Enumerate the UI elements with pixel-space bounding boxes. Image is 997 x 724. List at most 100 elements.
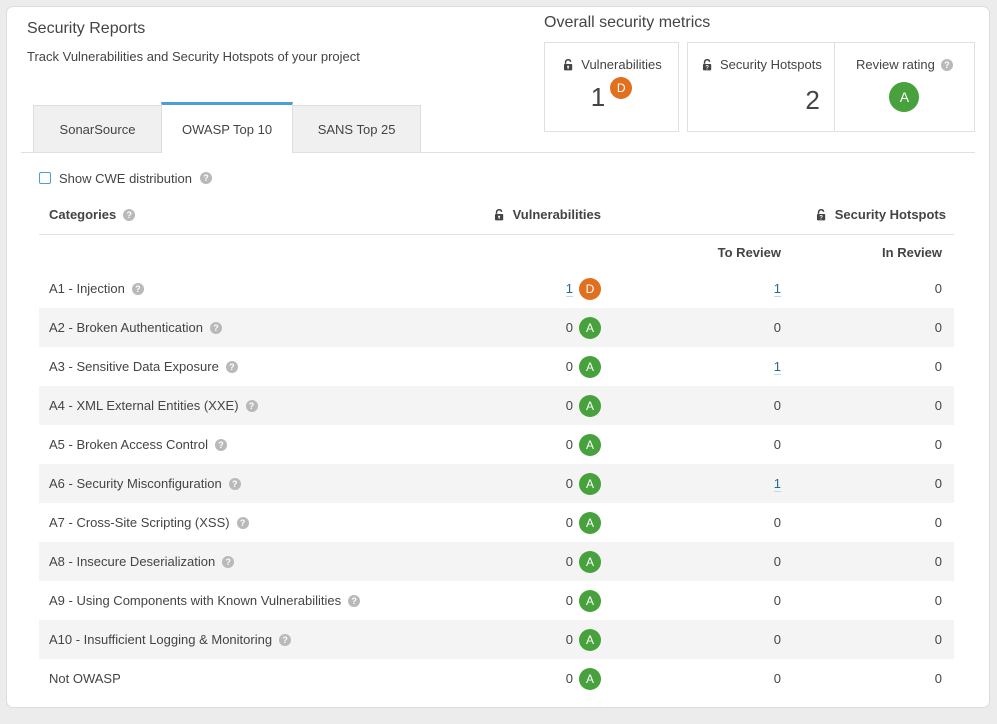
rating-badge: A bbox=[579, 395, 601, 417]
table-row: A7 - Cross-Site Scripting (XSS)?0A00 bbox=[39, 503, 954, 542]
to-review-cell: 0 bbox=[609, 437, 789, 452]
help-circle-icon[interactable]: ? bbox=[237, 517, 249, 529]
review-rating-metric: Review rating ? A bbox=[835, 43, 974, 131]
rating-badge: A bbox=[579, 551, 601, 573]
owasp-table: Categories ? Vulnerabilities bbox=[39, 207, 954, 698]
category-cell: A10 - Insufficient Logging & Monitoring? bbox=[39, 632, 489, 647]
to-review-count-link[interactable]: 1 bbox=[774, 476, 781, 492]
category-label: A10 - Insufficient Logging & Monitoring bbox=[49, 632, 272, 647]
vulnerabilities-count: 0 bbox=[566, 476, 573, 491]
tab-sans-top-25[interactable]: SANS Top 25 bbox=[292, 105, 421, 152]
to-review-cell: 1 bbox=[609, 281, 789, 297]
card-header: Security Reports Track Vulnerabilities a… bbox=[7, 7, 989, 153]
security-reports-card: Security Reports Track Vulnerabilities a… bbox=[6, 6, 990, 708]
help-circle-icon[interactable]: ? bbox=[215, 439, 227, 451]
in-review-count: 0 bbox=[935, 476, 942, 491]
table-subheader-row: To Review In Review bbox=[39, 235, 954, 269]
vulnerabilities-rating-badge: D bbox=[610, 77, 632, 99]
to-review-count: 0 bbox=[774, 437, 781, 452]
to-review-cell: 1 bbox=[609, 359, 789, 375]
to-review-cell: 0 bbox=[609, 671, 789, 686]
category-cell: A5 - Broken Access Control? bbox=[39, 437, 489, 452]
to-review-count: 0 bbox=[774, 320, 781, 335]
to-review-count-link[interactable]: 1 bbox=[774, 359, 781, 375]
to-review-count: 0 bbox=[774, 515, 781, 530]
rating-badge: A bbox=[579, 668, 601, 690]
hotspots-review-metric-box: ? Security Hotspots 2 Review rating ? A bbox=[687, 42, 975, 132]
category-cell: A7 - Cross-Site Scripting (XSS)? bbox=[39, 515, 489, 530]
help-circle-icon[interactable]: ? bbox=[941, 59, 953, 71]
category-cell: A1 - Injection? bbox=[39, 281, 489, 296]
in-review-count: 0 bbox=[935, 320, 942, 335]
to-review-cell: 0 bbox=[609, 515, 789, 530]
help-circle-icon[interactable]: ? bbox=[279, 634, 291, 646]
in-review-header: In Review bbox=[789, 245, 954, 260]
table-body: A1 - Injection?1D10A2 - Broken Authentic… bbox=[39, 269, 954, 698]
show-cwe-label[interactable]: Show CWE distribution bbox=[59, 171, 192, 186]
to-review-count-link[interactable]: 1 bbox=[774, 281, 781, 297]
category-cell: Not OWASP bbox=[39, 671, 489, 686]
table-header-row: Categories ? Vulnerabilities bbox=[39, 207, 954, 235]
metric-boxes: Vulnerabilities 1 D bbox=[544, 42, 975, 132]
rating-badge: A bbox=[579, 317, 601, 339]
vulnerabilities-count: 1 bbox=[591, 82, 605, 113]
in-review-cell: 0 bbox=[789, 554, 954, 569]
help-circle-icon[interactable]: ? bbox=[222, 556, 234, 568]
in-review-count: 0 bbox=[935, 671, 942, 686]
in-review-cell: 0 bbox=[789, 515, 954, 530]
help-circle-icon[interactable]: ? bbox=[200, 172, 212, 184]
to-review-cell: 0 bbox=[609, 593, 789, 608]
help-circle-icon[interactable]: ? bbox=[229, 478, 241, 490]
show-cwe-row: Show CWE distribution ? bbox=[39, 169, 975, 187]
vulnerabilities-count: 0 bbox=[566, 359, 573, 374]
vulnerabilities-count: 0 bbox=[566, 593, 573, 608]
vulnerabilities-count: 0 bbox=[566, 437, 573, 452]
in-review-count: 0 bbox=[935, 632, 942, 647]
security-hotspots-count: 2 bbox=[700, 85, 822, 116]
review-rating-badge: A bbox=[889, 82, 919, 112]
to-review-header: To Review bbox=[609, 245, 789, 260]
show-cwe-checkbox[interactable] bbox=[39, 172, 51, 184]
category-cell: A8 - Insecure Deserialization? bbox=[39, 554, 489, 569]
to-review-cell: 1 bbox=[609, 476, 789, 492]
vulnerabilities-cell: 0A bbox=[489, 590, 609, 612]
in-review-count: 0 bbox=[935, 398, 942, 413]
help-circle-icon[interactable]: ? bbox=[246, 400, 258, 412]
to-review-cell: 0 bbox=[609, 320, 789, 335]
table-row: A8 - Insecure Deserialization?0A00 bbox=[39, 542, 954, 581]
in-review-cell: 0 bbox=[789, 632, 954, 647]
vulnerabilities-metric-box: Vulnerabilities 1 D bbox=[544, 42, 679, 132]
table-row: A3 - Sensitive Data Exposure?0A10 bbox=[39, 347, 954, 386]
to-review-cell: 0 bbox=[609, 554, 789, 569]
to-review-cell: 0 bbox=[609, 632, 789, 647]
open-lock-question-icon: ? bbox=[814, 208, 828, 222]
help-circle-icon[interactable]: ? bbox=[348, 595, 360, 607]
in-review-cell: 0 bbox=[789, 476, 954, 491]
in-review-cell: 0 bbox=[789, 437, 954, 452]
help-circle-icon[interactable]: ? bbox=[210, 322, 222, 334]
rating-badge: A bbox=[579, 473, 601, 495]
review-rating-label: Review rating ? bbox=[856, 57, 953, 72]
vulnerabilities-metric-label: Vulnerabilities bbox=[561, 57, 661, 72]
category-label: A5 - Broken Access Control bbox=[49, 437, 208, 452]
help-circle-icon[interactable]: ? bbox=[226, 361, 238, 373]
vulnerabilities-cell: 0A bbox=[489, 551, 609, 573]
table-row: A2 - Broken Authentication?0A00 bbox=[39, 308, 954, 347]
tab-sonarsource[interactable]: SonarSource bbox=[33, 105, 162, 152]
rating-badge: A bbox=[579, 356, 601, 378]
in-review-cell: 0 bbox=[789, 593, 954, 608]
vulnerabilities-count: 0 bbox=[566, 632, 573, 647]
security-hotspots-metric-label: ? Security Hotspots bbox=[700, 57, 822, 72]
in-review-cell: 0 bbox=[789, 359, 954, 374]
category-cell: A2 - Broken Authentication? bbox=[39, 320, 489, 335]
tab-owasp-top-10[interactable]: OWASP Top 10 bbox=[161, 102, 293, 153]
vulnerabilities-cell: 0A bbox=[489, 668, 609, 690]
help-circle-icon[interactable]: ? bbox=[132, 283, 144, 295]
rating-badge: A bbox=[579, 434, 601, 456]
vulnerabilities-count-link[interactable]: 1 bbox=[566, 281, 573, 297]
in-review-cell: 0 bbox=[789, 671, 954, 686]
help-circle-icon[interactable]: ? bbox=[123, 209, 135, 221]
open-lock-question-icon: ? bbox=[700, 58, 714, 72]
in-review-count: 0 bbox=[935, 554, 942, 569]
open-lock-icon bbox=[492, 208, 506, 222]
